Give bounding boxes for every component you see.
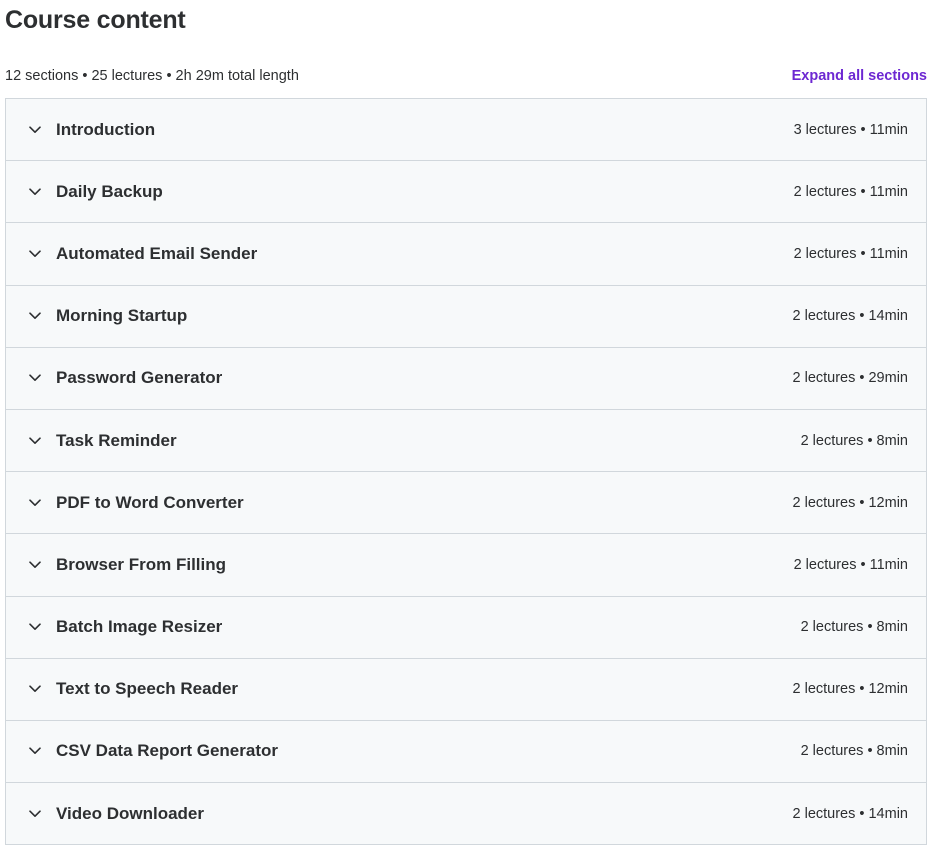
- section-header-left: Browser From Filling: [28, 555, 226, 575]
- section-row-12[interactable]: Video Downloader 2 lectures • 14min: [6, 783, 926, 846]
- chevron-down-icon: [28, 309, 42, 323]
- section-meta: 2 lectures • 8min: [800, 743, 908, 760]
- section-row-4[interactable]: Morning Startup 2 lectures • 14min: [6, 285, 926, 348]
- section-title: Browser From Filling: [56, 554, 227, 574]
- page-title: Course content: [5, 6, 186, 34]
- chevron-down-icon: [28, 682, 42, 696]
- course-summary: 12 sections • 25 lectures • 2h 29m total…: [5, 68, 299, 84]
- course-summary-row: 12 sections • 25 lectures • 2h 29m total…: [5, 65, 927, 87]
- section-title: Password Generator: [56, 368, 223, 388]
- section-meta: 2 lectures • 11min: [793, 245, 908, 262]
- chevron-down-icon: [28, 434, 42, 448]
- section-row-9[interactable]: Batch Image Resizer 2 lectures • 8min: [6, 596, 926, 659]
- section-row-8[interactable]: Browser From Filling 2 lectures • 11min: [6, 534, 926, 597]
- section-header-left: Task Reminder: [28, 431, 177, 451]
- section-row-7[interactable]: PDF to Word Converter 2 lectures • 12min: [6, 472, 926, 535]
- section-meta: 2 lectures • 29min: [792, 370, 909, 387]
- chevron-down-icon: [28, 247, 42, 261]
- section-title: Morning Startup: [56, 306, 188, 326]
- section-meta: 2 lectures • 8min: [800, 619, 908, 636]
- chevron-down-icon: [28, 744, 42, 758]
- section-meta: 2 lectures • 12min: [792, 494, 909, 511]
- section-meta: 2 lectures • 11min: [793, 556, 908, 573]
- section-meta: 3 lectures • 11min: [793, 121, 908, 138]
- section-header-left: Video Downloader: [28, 804, 204, 824]
- section-title: CSV Data Report Generator: [56, 741, 278, 761]
- section-row-10[interactable]: Text to Speech Reader 2 lectures • 12min: [6, 658, 926, 721]
- section-header-left: CSV Data Report Generator: [28, 741, 278, 761]
- chevron-down-icon: [28, 807, 42, 821]
- section-header-left: Batch Image Resizer: [28, 617, 222, 637]
- section-title: Batch Image Resizer: [56, 617, 223, 637]
- section-row-1[interactable]: Introduction 3 lectures • 11min: [6, 99, 926, 162]
- section-header-left: Text to Speech Reader: [28, 679, 238, 699]
- section-header-left: Automated Email Sender: [28, 244, 257, 264]
- section-row-6[interactable]: Task Reminder 2 lectures • 8min: [6, 409, 926, 473]
- section-row-11[interactable]: CSV Data Report Generator 2 lectures • 8…: [6, 720, 926, 784]
- section-header-left: PDF to Word Converter: [28, 493, 244, 513]
- chevron-down-icon: [28, 185, 42, 199]
- section-row-5[interactable]: Password Generator 2 lectures • 29min: [6, 347, 926, 410]
- chevron-down-icon: [28, 123, 42, 137]
- chevron-down-icon: [28, 496, 42, 510]
- section-title: Introduction: [56, 119, 156, 139]
- section-meta: 2 lectures • 12min: [792, 681, 909, 698]
- section-title: Automated Email Sender: [56, 243, 258, 263]
- chevron-down-icon: [28, 371, 42, 385]
- section-meta: 2 lectures • 11min: [793, 183, 908, 200]
- section-header-left: Morning Startup: [28, 306, 187, 326]
- chevron-down-icon: [28, 620, 42, 634]
- section-list: Introduction 3 lectures • 11min Daily Ba…: [5, 98, 927, 846]
- section-title: Daily Backup: [56, 181, 163, 201]
- section-header-left: Daily Backup: [28, 182, 163, 202]
- section-title: PDF to Word Converter: [56, 492, 244, 512]
- section-title: Task Reminder: [56, 430, 177, 450]
- section-row-2[interactable]: Daily Backup 2 lectures • 11min: [6, 161, 926, 224]
- chevron-down-icon: [28, 558, 42, 572]
- section-row-3[interactable]: Automated Email Sender 2 lectures • 11mi…: [6, 223, 926, 286]
- expand-all-sections-button[interactable]: Expand all sections: [792, 68, 927, 84]
- section-title: Text to Speech Reader: [56, 679, 239, 699]
- section-meta: 2 lectures • 14min: [792, 805, 909, 822]
- section-header-left: Introduction: [28, 120, 155, 140]
- section-meta: 2 lectures • 8min: [800, 432, 908, 449]
- section-meta: 2 lectures • 14min: [792, 308, 909, 325]
- section-title: Video Downloader: [56, 803, 204, 823]
- section-header-left: Password Generator: [28, 368, 222, 388]
